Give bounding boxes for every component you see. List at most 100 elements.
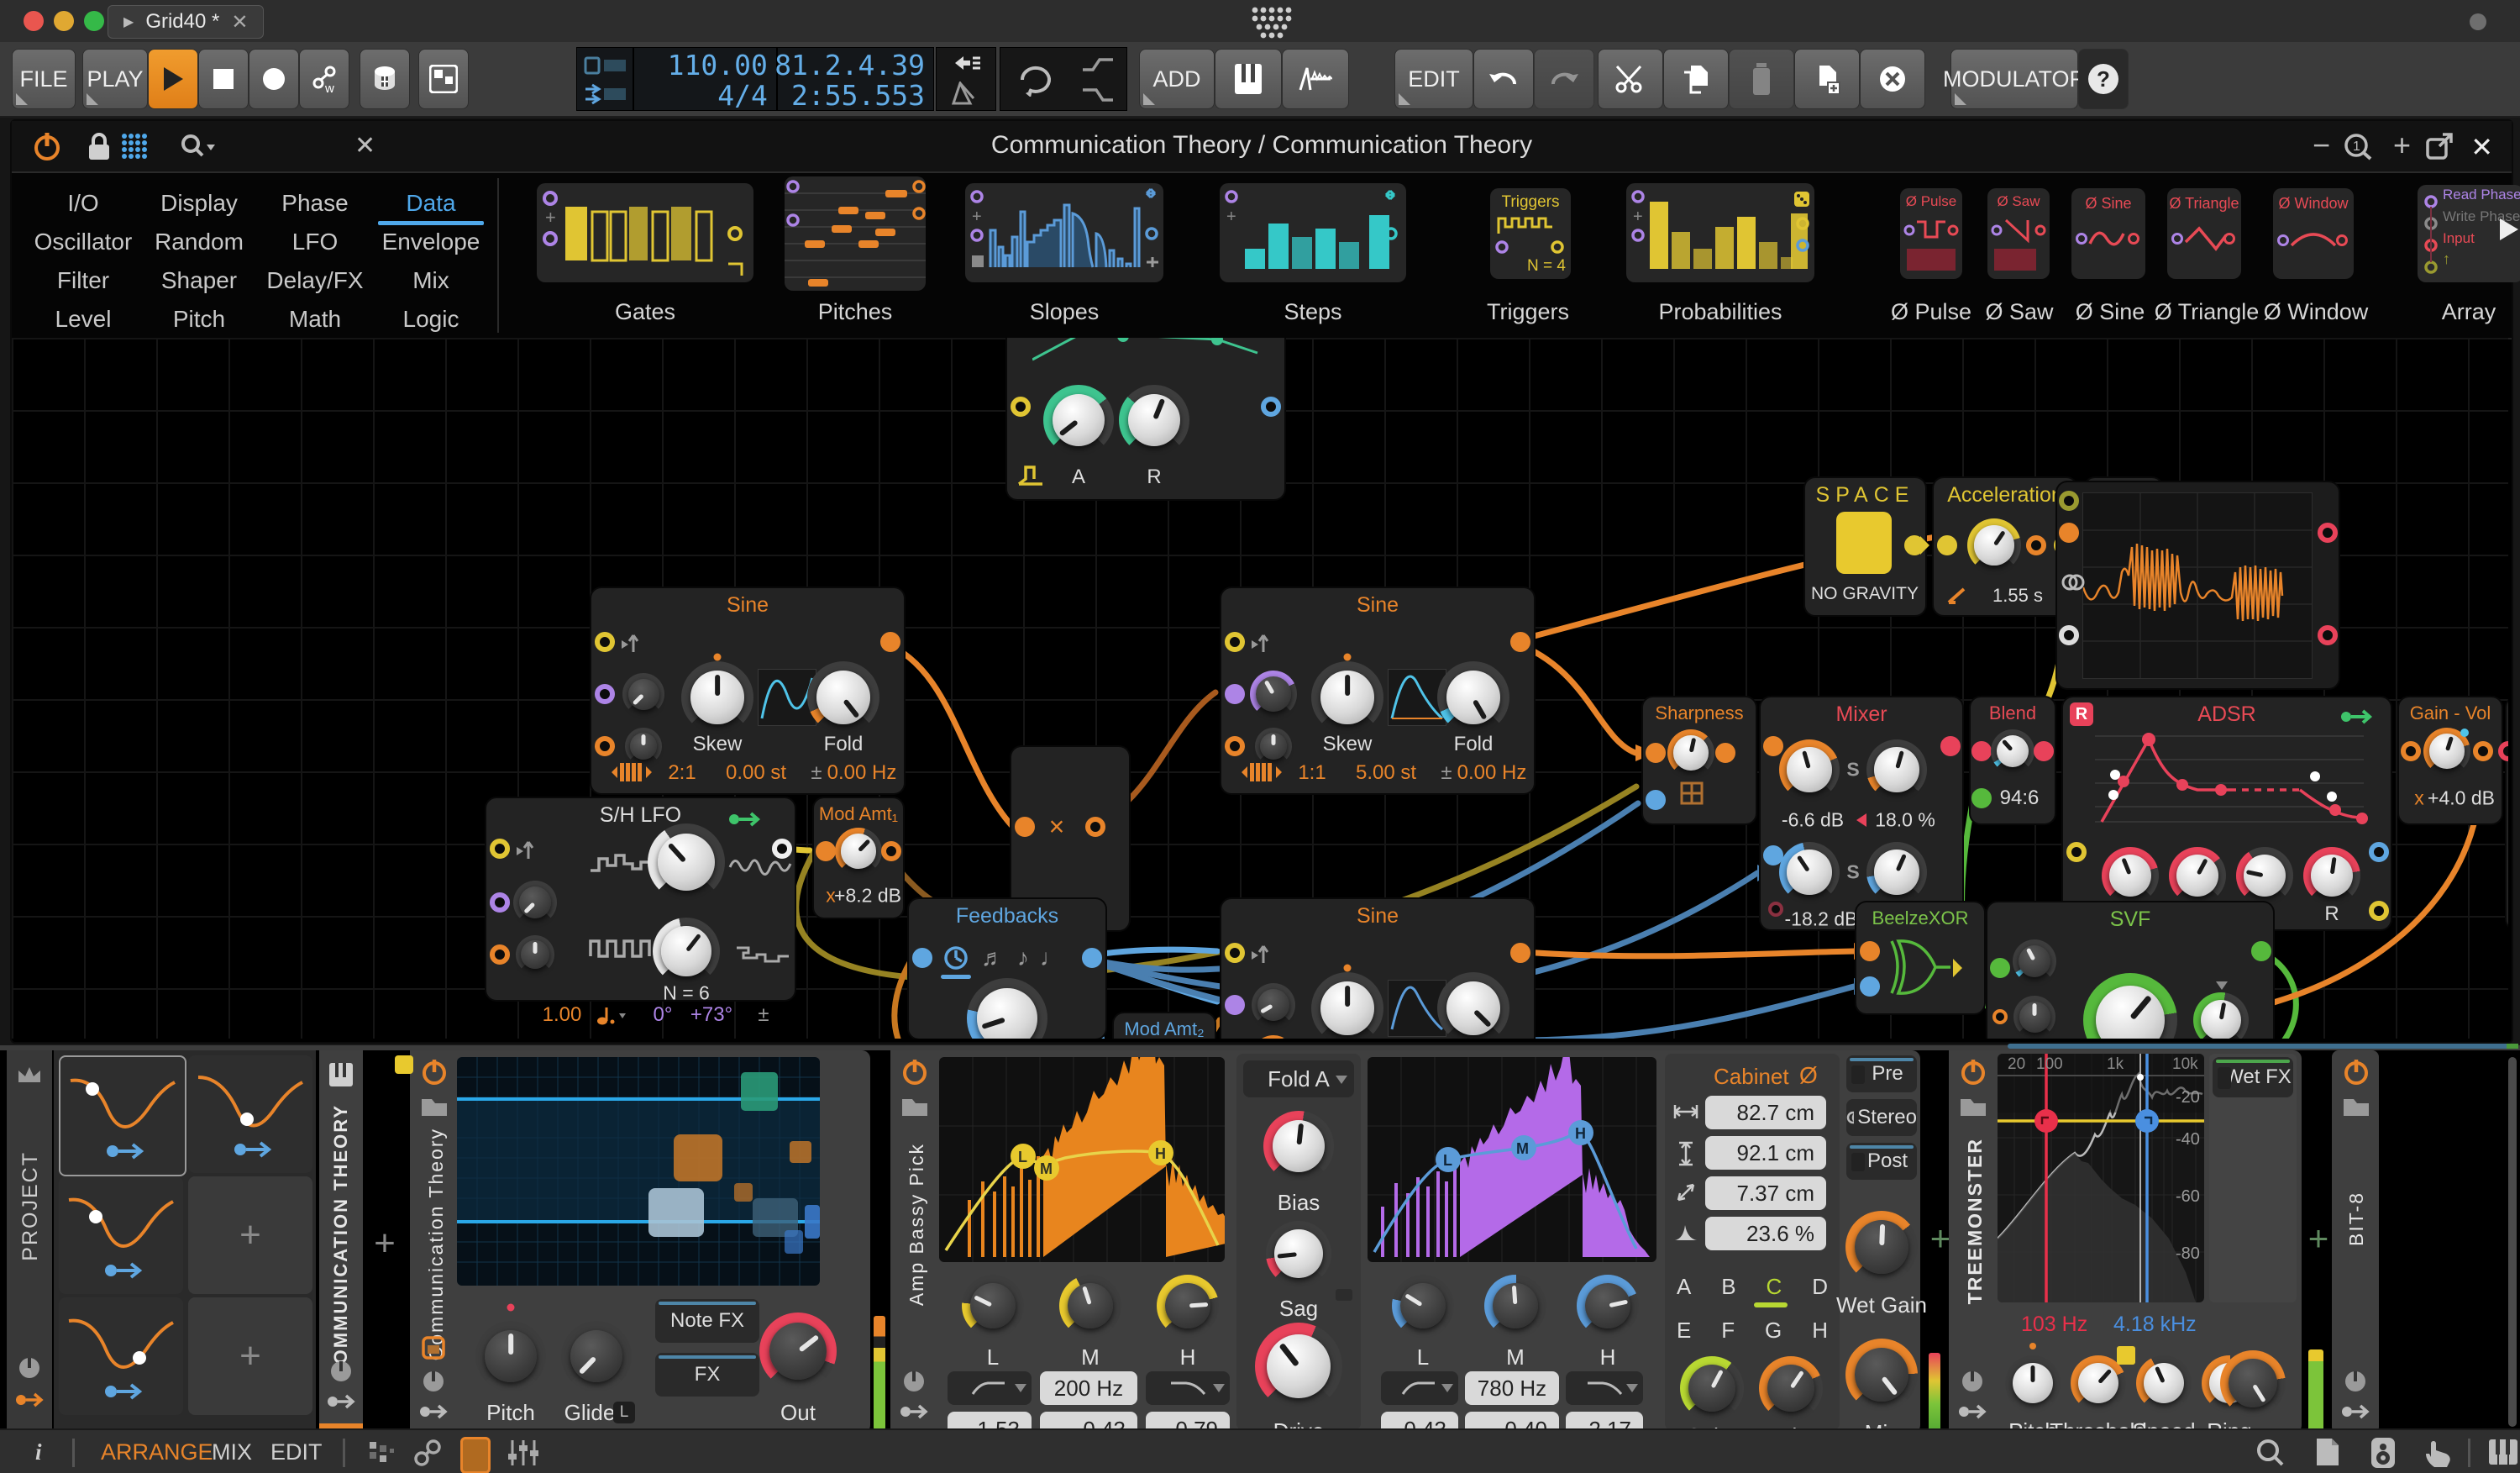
sine3-fm-knob[interactable] bbox=[1252, 1035, 1295, 1039]
cut-button[interactable] bbox=[1598, 49, 1663, 109]
sharpness-mod-port[interactable] bbox=[1646, 790, 1666, 810]
palette-thumb-steps[interactable]: + bbox=[1220, 183, 1406, 282]
mixer-pan2-knob[interactable] bbox=[1866, 842, 1927, 902]
cabinet-width-field[interactable]: 82.7 cm bbox=[1705, 1096, 1826, 1129]
mixer-solo2[interactable]: S bbox=[1846, 861, 1859, 884]
category-shaper[interactable]: Shaper bbox=[136, 262, 262, 299]
scope-out1-port[interactable] bbox=[2318, 523, 2338, 543]
abp-post-low-slope-select[interactable] bbox=[1381, 1371, 1458, 1405]
blend-mod-port[interactable] bbox=[1971, 788, 1992, 808]
sine3-out-port[interactable] bbox=[1510, 943, 1530, 963]
grid-canvas[interactable]: A R SPACE NO GRAVITY Acceleration 1 bbox=[12, 338, 2508, 1039]
feedbacks-out-port[interactable] bbox=[1082, 948, 1102, 968]
multiply-out-port[interactable] bbox=[1085, 817, 1105, 837]
close-window-button[interactable] bbox=[24, 11, 44, 31]
category-display[interactable]: Display bbox=[136, 185, 262, 222]
module-beelzexor[interactable]: BeelzeXOR bbox=[1856, 902, 1984, 1013]
blend-out-port[interactable] bbox=[2034, 741, 2054, 761]
arrange-view-button[interactable]: ARRANGE bbox=[101, 1439, 213, 1465]
close-editor-icon[interactable]: ✕ bbox=[2470, 131, 2493, 163]
svf-resonance-knob[interactable] bbox=[2193, 992, 2249, 1039]
acceleration-knob[interactable] bbox=[1967, 518, 2021, 572]
modulator-cell-4[interactable] bbox=[59, 1297, 183, 1415]
abp-wet-gain-knob[interactable] bbox=[1845, 1211, 1918, 1283]
add-device-after[interactable]: + bbox=[2303, 1223, 2334, 1254]
sine3-phase-port[interactable] bbox=[1225, 995, 1245, 1015]
add-button[interactable]: ADD bbox=[1139, 49, 1215, 109]
shlfo-smooth-knob[interactable] bbox=[648, 823, 725, 901]
abp-pre-button[interactable]: Pre bbox=[1846, 1055, 1917, 1092]
ct-out-knob[interactable] bbox=[759, 1313, 837, 1390]
category-filter[interactable]: Filter bbox=[20, 262, 146, 299]
cabinet-letter-e[interactable]: E bbox=[1677, 1318, 1691, 1344]
shlfo-phase-port[interactable] bbox=[490, 892, 510, 913]
ar-release-knob[interactable] bbox=[1119, 385, 1189, 455]
abp-post-high-slope-select[interactable] bbox=[1566, 1371, 1643, 1405]
category-data[interactable]: Data bbox=[368, 185, 494, 222]
module-gain-vol[interactable]: Gain - Vol x +4.0 dB bbox=[2399, 697, 2502, 823]
overdub-button[interactable]: w bbox=[299, 49, 349, 109]
module-mixer[interactable]: Mixer S -6.6 dB 18.0 % S -18.2 dB -35.5 … bbox=[1761, 697, 1962, 929]
palette-thumb-triggers[interactable]: Triggers N = 4 bbox=[1490, 188, 1571, 279]
mixer-pan1-knob[interactable] bbox=[1866, 739, 1927, 800]
shlfo-rate-knob[interactable] bbox=[516, 935, 554, 974]
abp-post-spectrum-display[interactable]: L M H bbox=[1368, 1057, 1656, 1262]
edit-button[interactable]: EDIT bbox=[1394, 49, 1473, 109]
adsr-release-knob[interactable] bbox=[2303, 847, 2360, 904]
tree-power-icon[interactable] bbox=[1959, 1057, 1987, 1086]
device-panel-scrollbar[interactable] bbox=[2508, 1057, 2517, 1427]
layout-button[interactable] bbox=[418, 49, 469, 109]
module-sharpness[interactable]: Sharpness bbox=[1643, 697, 1756, 823]
sine3-phase-knob[interactable] bbox=[1252, 983, 1295, 1027]
category-envelope[interactable]: Envelope bbox=[368, 224, 494, 260]
module-sh-lfo[interactable]: S/H LFO N = 6 1.00 0° +73° bbox=[486, 798, 795, 1000]
acceleration-in-port[interactable] bbox=[1937, 535, 1957, 555]
redo-button[interactable] bbox=[1534, 49, 1594, 109]
category-delayfx[interactable]: Delay/FX bbox=[252, 262, 378, 299]
paste-button[interactable] bbox=[1729, 49, 1794, 109]
shlfo-phase-knob[interactable] bbox=[513, 881, 557, 924]
palette-thumb-array[interactable]: Read Phase Write Phase Input ↑ bbox=[2418, 185, 2520, 282]
multiply-in1-port[interactable] bbox=[1015, 817, 1035, 837]
palette-thumb-gates[interactable]: + bbox=[537, 183, 753, 282]
minimize-window-button[interactable] bbox=[54, 11, 74, 31]
abp-stereo-button[interactable]: Stereo bbox=[1846, 1099, 1917, 1136]
edit-view-button[interactable]: EDIT bbox=[270, 1439, 323, 1465]
delete-button[interactable] bbox=[1860, 49, 1925, 109]
beelzexor-in2-port[interactable] bbox=[1860, 976, 1880, 997]
zoom-reset-icon[interactable]: 1 bbox=[2344, 133, 2374, 161]
mixer-solo1[interactable]: S bbox=[1846, 759, 1859, 781]
modulator-cell-3[interactable] bbox=[59, 1176, 183, 1294]
sine2-skew-knob[interactable] bbox=[1311, 661, 1383, 734]
play-button[interactable] bbox=[148, 49, 198, 109]
position-time[interactable]: 81.2.4.39 2:55.553 bbox=[776, 48, 933, 110]
mixer-out-port[interactable] bbox=[1940, 736, 1961, 756]
cabinet-letter-f[interactable]: F bbox=[1721, 1318, 1735, 1344]
abp-freq1-field[interactable]: 200 Hz bbox=[1040, 1371, 1137, 1405]
adsr-sustain-knob[interactable] bbox=[2236, 847, 2293, 904]
palette-thumb-window[interactable]: Ø Window bbox=[2273, 188, 2354, 279]
modulator-cell-1[interactable] bbox=[59, 1055, 186, 1176]
play-menu-button[interactable]: PLAY bbox=[82, 49, 148, 109]
piano-keyboard-icon[interactable] bbox=[2488, 1439, 2518, 1465]
ct-fx-button[interactable]: FX bbox=[655, 1353, 759, 1397]
adsr-end-port[interactable] bbox=[2369, 901, 2389, 921]
scope-trigger-port[interactable] bbox=[2059, 491, 2079, 511]
svf-mod2-knob[interactable] bbox=[2013, 996, 2055, 1038]
sine3-fold-knob[interactable] bbox=[1437, 972, 1509, 1039]
feedbacks-note8-icon[interactable]: ♪ bbox=[1017, 944, 1029, 971]
adsr-attack-knob[interactable] bbox=[2102, 847, 2159, 904]
abp-bias-knob[interactable] bbox=[1263, 1111, 1334, 1181]
module-sine-1[interactable]: Sine Skew Fold 2:1 0.00 st ± 0.00 bbox=[591, 588, 904, 793]
abp-pre-spectrum-display[interactable]: L M H bbox=[939, 1057, 1225, 1262]
gainvol-in-port[interactable] bbox=[2401, 741, 2421, 761]
sine2-fm-port[interactable] bbox=[1225, 736, 1245, 756]
file-browser-icon[interactable] bbox=[2315, 1437, 2340, 1467]
sine1-sync-port[interactable] bbox=[595, 632, 615, 652]
feedbacks-time-knob[interactable] bbox=[967, 978, 1047, 1039]
sine2-fold-knob[interactable] bbox=[1437, 661, 1509, 734]
sine2-out-port[interactable] bbox=[1510, 632, 1530, 652]
sharpness-out-port[interactable] bbox=[1715, 743, 1735, 763]
abp-post-h-knob[interactable] bbox=[1577, 1275, 1639, 1337]
ct-note-fx-button[interactable]: Note FX bbox=[655, 1299, 759, 1343]
